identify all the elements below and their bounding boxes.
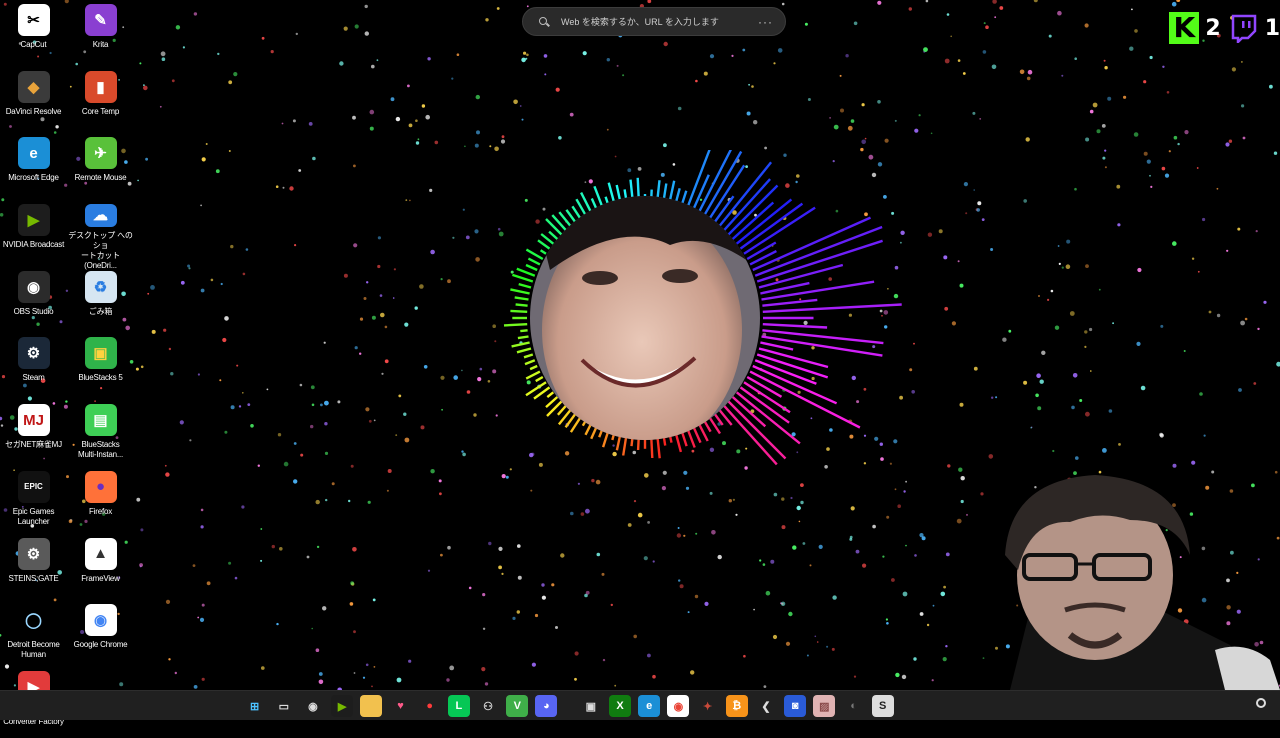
chrome-taskbar-icon[interactable]: ◉	[667, 695, 690, 717]
desktop-shortcut-label: Firefox	[88, 506, 113, 516]
desktop-shortcut-label: セガNET麻雀MJ	[5, 440, 62, 450]
desktop-shortcut[interactable]: ▲ FrameView	[67, 537, 134, 605]
sd-app-icon[interactable]: S	[871, 695, 894, 717]
epic-games-icon: EPIC	[17, 470, 50, 503]
desktop-shortcut-label: Google Chrome	[73, 640, 128, 650]
web-search-bar[interactable]: ···	[522, 7, 786, 36]
webcam-overlay	[1005, 475, 1280, 690]
desktop-shortcut[interactable]: ☁ デスクトップ へのショ ートカット (OneDri...	[67, 204, 134, 271]
bitcoin-icon[interactable]: ₿	[725, 695, 748, 717]
xbox-icon[interactable]: X	[609, 695, 632, 717]
firefox-icon: ●	[84, 470, 117, 503]
desktop-shortcut[interactable]: ◉ OBS Studio	[0, 270, 67, 338]
shop-icon[interactable]: ▣	[580, 695, 602, 717]
desktop-shortcut[interactable]: e Microsoft Edge	[0, 137, 67, 204]
bluestacks-multi-icon: ▤	[84, 404, 117, 437]
image-app-icon[interactable]: ▨	[813, 695, 836, 717]
kick-icon: K	[1169, 12, 1200, 44]
twitch-viewer-count: 1	[1264, 15, 1280, 41]
desktop-shortcut-label: Steam	[22, 373, 45, 383]
steins-gate-icon: ⚙	[17, 537, 50, 570]
audio-visualizer-avatar	[503, 150, 902, 466]
desktop-shortcut-label: STEINS;GATE	[8, 573, 59, 583]
desktop-shortcut-label: Epic Games Launcher	[12, 506, 55, 526]
desktop-shortcut[interactable]: ▣ BlueStacks 5	[67, 337, 134, 404]
more-options-button[interactable]: ···	[758, 15, 773, 29]
desktop-shortcut-label: Microsoft Edge	[8, 173, 59, 183]
record-icon[interactable]: ●	[419, 695, 441, 717]
steam-icon: ⚙	[17, 337, 50, 370]
desktop-shortcut[interactable]: ▶ NVIDIA Broadcast	[0, 204, 67, 271]
edge-icon: e	[17, 137, 50, 170]
taskbar: ⊞ ▭ ◉ ▶ ▬ ♥ ● L ⚇ V ◕ ▣ Xe ◉ ✦ ₿ ❮ ◙ ▨ ◐ S	[0, 690, 1280, 720]
edge-taskbar-icon[interactable]: e	[638, 695, 661, 717]
robot-icon[interactable]: ⚇	[477, 695, 499, 717]
desktop-shortcut-label: BlueStacks Multi-Instan...	[77, 440, 124, 460]
desktop-icon-grid: ✂ CapCut ✎ Krita ◆ DaVinci Resolve ▮ Core Temp e…	[0, 4, 140, 726]
desktop-shortcut[interactable]: ♻ ごみ箱	[67, 270, 134, 338]
desktop-shortcut-label: デスクトップ へのショ ートカット (OneDri...	[68, 230, 133, 270]
capcut-icon: ✂	[17, 4, 50, 36]
desktop-shortcut[interactable]: ◯ Detroit Become Human	[0, 604, 67, 671]
desktop-shortcut[interactable]: ✎ Krita	[67, 4, 134, 71]
blue-app-icon[interactable]: ◙	[784, 695, 807, 717]
system-tray	[1254, 696, 1268, 710]
obs-taskbar-icon[interactable]: ◉	[302, 695, 324, 717]
desktop-shortcut-label: DaVinci Resolve	[5, 106, 62, 116]
desktop-shortcut[interactable]: ✂ CapCut	[0, 4, 67, 71]
search-icon	[539, 16, 549, 27]
desktop-shortcut-label: NVIDIA Broadcast	[2, 240, 65, 250]
desktop-shortcut-label: Core Temp	[81, 106, 120, 116]
onedrive-icon: ☁	[84, 204, 117, 227]
windows-start-icon[interactable]: ⊞	[244, 695, 266, 717]
nvidia-taskbar-icon[interactable]: ▶	[331, 695, 354, 717]
recycle-bin-icon: ♻	[84, 270, 117, 303]
detroit-icon: ◯	[17, 604, 50, 637]
frameview-icon: ▲	[84, 537, 117, 570]
core-temp-icon: ▮	[84, 70, 117, 103]
desktop-shortcut[interactable]: ◉ Google Chrome	[67, 604, 134, 671]
desktop-shortcut-label: BlueStacks 5	[78, 373, 123, 383]
desktop-shortcut-label: FrameView	[81, 573, 120, 583]
desktop-shortcut[interactable]: ▤ BlueStacks Multi-Instan...	[67, 404, 134, 471]
desktop-shortcut[interactable]: ◆ DaVinci Resolve	[0, 70, 67, 138]
twitch-icon	[1231, 14, 1256, 43]
desktop-shortcut[interactable]: EPIC Epic Games Launcher	[0, 470, 67, 538]
mj-icon: MJ	[17, 404, 50, 437]
desktop-shortcut-label: ごみ箱	[88, 306, 113, 316]
remote-mouse-icon: ✈	[84, 137, 117, 170]
desktop-shortcut-label: CapCut	[20, 40, 47, 49]
desktop-shortcut[interactable]: ⚙ STEINS;GATE	[0, 537, 67, 605]
davinci-resolve-icon: ◆	[17, 70, 50, 103]
nvidia-broadcast-icon: ▶	[17, 204, 50, 237]
kick-viewer-count: 2	[1205, 15, 1221, 41]
task-view-icon[interactable]: ▭	[273, 695, 295, 717]
desktop-shortcut-label: Krita	[92, 40, 109, 49]
bluestacks-icon: ▣	[84, 337, 117, 370]
arrow-app-icon[interactable]: ❮	[755, 695, 777, 717]
desktop-shortcut[interactable]: ▮ Core Temp	[67, 70, 134, 138]
file-explorer-icon[interactable]: ▬	[360, 695, 383, 717]
discord-icon[interactable]: ◕	[535, 695, 558, 717]
obs-icon: ◉	[17, 270, 50, 303]
krita-icon: ✎	[84, 4, 117, 36]
chrome-icon: ◉	[84, 604, 117, 637]
desktop-shortcut[interactable]: MJ セガNET麻雀MJ	[0, 404, 67, 471]
taskbar-apps: ⊞ ▭ ◉ ▶ ▬ ♥ ● L ⚇ V ◕ ▣ Xe ◉ ✦ ₿ ❮ ◙ ▨ ◐ S	[240, 691, 897, 721]
desktop-shortcut[interactable]: ● Firefox	[67, 470, 134, 538]
settings-icon[interactable]	[1254, 696, 1268, 710]
desktop-shortcut-label: Detroit Become Human	[7, 640, 60, 660]
line-icon[interactable]: L	[447, 695, 470, 717]
viewer-count-overlay: K 2 1	[1169, 12, 1280, 44]
desktop-shortcut[interactable]: ✈ Remote Mouse	[67, 137, 134, 204]
spacer-icon	[565, 695, 573, 717]
game-taskbar-icon[interactable]: ✦	[697, 695, 719, 717]
vim-icon[interactable]: V	[506, 695, 529, 717]
desktop-shortcut[interactable]: ⚙ Steam	[0, 337, 67, 404]
lips-app-icon[interactable]: ♥	[390, 695, 412, 717]
dark-app-icon[interactable]: ◐	[843, 695, 865, 717]
desktop-shortcut-label: Remote Mouse	[74, 173, 127, 183]
search-input[interactable]	[559, 15, 758, 28]
desktop-shortcut-label: OBS Studio	[13, 306, 54, 316]
